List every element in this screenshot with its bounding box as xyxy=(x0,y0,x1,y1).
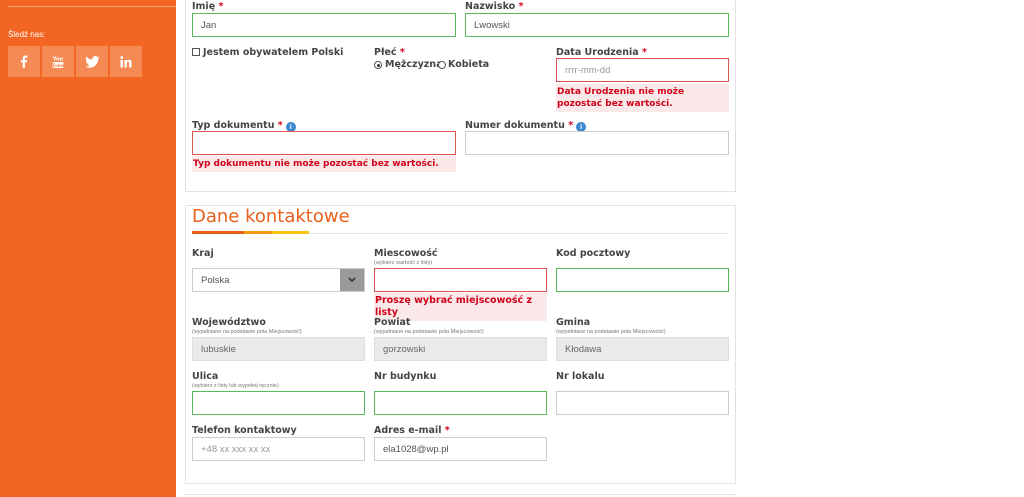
first-name-label: Imię * xyxy=(192,1,224,12)
birth-date-input[interactable]: rrrr-mm-dd xyxy=(556,58,729,82)
birth-date-label: Data Urodzenia * xyxy=(556,47,647,58)
citizen-checkbox[interactable] xyxy=(192,48,200,56)
title-accent-bar xyxy=(272,231,309,234)
chevron-down-icon[interactable] xyxy=(340,269,364,291)
sidebar: Śledź nas: You Tube xyxy=(0,0,176,497)
building-no-label: Nr budynku xyxy=(374,371,437,382)
country-value: Polska xyxy=(201,274,230,286)
title-accent-bar xyxy=(192,231,244,234)
birth-date-error: Data Urodzenia nie może pozostać bez war… xyxy=(556,84,729,112)
street-input[interactable] xyxy=(192,391,365,415)
doc-type-error: Typ dokumentu nie może pozostać bez wart… xyxy=(192,156,456,172)
gender-label: Płeć * xyxy=(374,47,405,58)
country-select[interactable]: Polska xyxy=(192,268,365,292)
contact-section-title: Dane kontaktowe xyxy=(192,206,350,227)
county-input: gorzowski xyxy=(374,337,547,361)
citizen-checkbox-label: Jestem obywatelem Polski xyxy=(203,47,344,58)
gender-male-radio[interactable] xyxy=(374,61,382,69)
city-hint: (wybierz wartość z listy) xyxy=(374,260,433,266)
county-hint: (wypełniane na podstawie pola Miejscowoś… xyxy=(374,329,484,335)
apartment-no-label: Nr lokalu xyxy=(556,371,605,382)
doc-number-input[interactable] xyxy=(465,131,729,155)
gender-female-label: Kobieta xyxy=(448,59,490,70)
commune-input: Kłodawa xyxy=(556,337,729,361)
linkedin-icon[interactable] xyxy=(110,46,142,77)
voivodeship-label: Województwo xyxy=(192,317,266,328)
sidebar-divider xyxy=(8,6,176,7)
facebook-icon[interactable] xyxy=(8,46,40,77)
title-accent-bar xyxy=(244,231,272,234)
email-input[interactable]: ela1028@wp.pl xyxy=(374,437,547,461)
doc-type-input[interactable] xyxy=(192,131,456,155)
last-name-label: Nazwisko * xyxy=(465,1,524,12)
follow-us-label: Śledź nas: xyxy=(8,30,46,39)
postal-code-input[interactable] xyxy=(556,268,729,292)
street-hint: (wybierz z listy lub wypełnij ręcznie) xyxy=(192,383,279,389)
city-label: Miescowość xyxy=(374,248,438,259)
gender-male-label: Mężczyzna xyxy=(385,59,443,70)
last-name-input[interactable]: Lwowski xyxy=(465,13,729,37)
postal-code-label: Kod pocztowy xyxy=(556,248,631,259)
apartment-no-input[interactable] xyxy=(556,391,729,415)
country-label: Kraj xyxy=(192,248,214,259)
voivodeship-input: lubuskie xyxy=(192,337,365,361)
voivodeship-hint: (wypełniane na podstawie pola Miejscowoś… xyxy=(192,329,302,335)
gender-female-radio[interactable] xyxy=(438,61,446,69)
youtube-icon[interactable]: You Tube xyxy=(42,46,74,77)
commune-label: Gmina xyxy=(556,317,591,328)
street-label: Ulica xyxy=(192,371,219,382)
svg-text:Tube: Tube xyxy=(52,62,64,68)
phone-input[interactable]: +48 xx xxx xx xx xyxy=(192,437,365,461)
commune-hint: (wypełniane na podstawie pola Miejscowoś… xyxy=(556,329,666,335)
county-label: Powiat xyxy=(374,317,411,328)
first-name-input[interactable]: Jan xyxy=(192,13,456,37)
email-label: Adres e-mail * xyxy=(374,425,450,436)
building-no-input[interactable] xyxy=(374,391,547,415)
phone-label: Telefon kontaktowy xyxy=(192,425,297,436)
svg-text:You: You xyxy=(52,56,64,62)
city-input[interactable] xyxy=(374,268,547,292)
twitter-icon[interactable] xyxy=(76,46,108,77)
